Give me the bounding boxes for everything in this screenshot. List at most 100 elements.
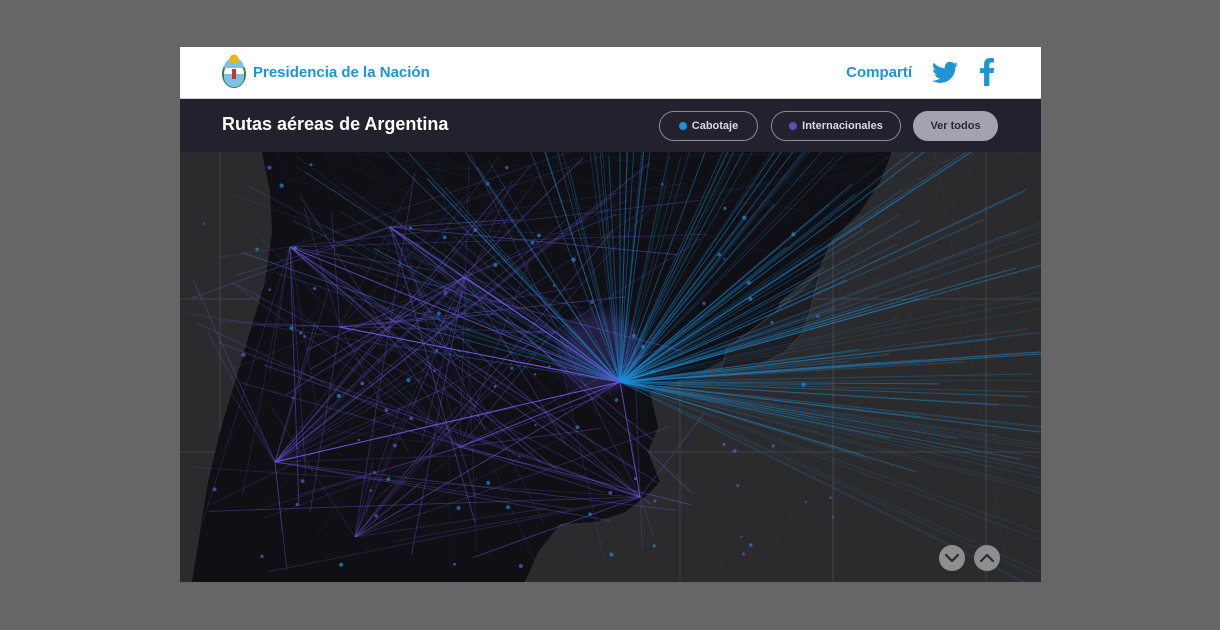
airport-dot bbox=[360, 381, 365, 386]
airport-dot bbox=[456, 505, 461, 510]
airport-dot bbox=[633, 477, 638, 481]
airport-dot bbox=[505, 165, 509, 170]
airport-dot bbox=[552, 284, 556, 287]
airport-dot bbox=[651, 369, 655, 373]
airport-dot bbox=[299, 331, 303, 335]
app-frame: Presidencia de la Nación Compartí Rutas … bbox=[180, 47, 1041, 582]
airport-dot bbox=[202, 222, 206, 225]
airport-dot bbox=[493, 263, 498, 268]
airport-dot bbox=[660, 182, 664, 186]
airport-dot bbox=[300, 479, 305, 484]
airport-dot bbox=[510, 366, 514, 370]
airport-dot bbox=[608, 490, 613, 495]
routes-map[interactable] bbox=[180, 152, 1041, 582]
filter-label: Internacionales bbox=[802, 120, 883, 132]
airport-dot bbox=[442, 235, 447, 240]
national-coat-of-arms-icon bbox=[222, 54, 246, 88]
scroll-up-button[interactable] bbox=[974, 545, 1000, 571]
airport-dot bbox=[373, 470, 376, 474]
brand-name[interactable]: Presidencia de la Nación bbox=[253, 64, 430, 81]
twitter-icon[interactable] bbox=[932, 61, 958, 84]
airport-dot bbox=[435, 349, 438, 352]
airport-dot bbox=[303, 335, 307, 338]
airport-dot bbox=[295, 503, 299, 506]
airport-dot bbox=[533, 372, 537, 376]
airport-dot bbox=[291, 396, 294, 400]
airport-dot bbox=[537, 233, 541, 238]
airport-dot bbox=[392, 443, 397, 448]
international-dot-icon bbox=[789, 122, 798, 130]
airport-dot bbox=[386, 477, 391, 482]
airport-dot bbox=[486, 480, 491, 485]
airport-dot bbox=[293, 246, 298, 250]
airport-dot bbox=[723, 206, 727, 211]
airport-dot bbox=[702, 301, 706, 306]
airport-dot bbox=[339, 562, 344, 567]
airport-dot bbox=[255, 247, 259, 252]
airport-dot bbox=[409, 416, 414, 421]
airport-dot bbox=[473, 227, 478, 233]
top-header: Presidencia de la Nación Compartí bbox=[180, 47, 1041, 99]
airport-dot bbox=[408, 226, 413, 230]
airport-dot bbox=[590, 300, 594, 304]
airport-dot bbox=[805, 501, 808, 504]
airport-dot bbox=[652, 544, 656, 548]
airport-dot bbox=[309, 163, 313, 167]
airport-dot bbox=[506, 505, 510, 510]
chevron-up-icon bbox=[979, 553, 995, 563]
airport-dot bbox=[746, 280, 751, 285]
airport-dot bbox=[518, 563, 523, 568]
airport-dot bbox=[289, 326, 294, 331]
filter-label: Ver todos bbox=[930, 120, 981, 132]
airport-dot bbox=[279, 183, 284, 188]
chevron-down-icon bbox=[944, 553, 960, 563]
airport-dot bbox=[609, 552, 614, 557]
airport-dot bbox=[260, 554, 264, 559]
filter-cabotaje-button[interactable]: Cabotaje bbox=[659, 111, 758, 141]
airport-dot bbox=[632, 333, 636, 338]
airport-dot bbox=[829, 496, 832, 499]
facebook-icon[interactable] bbox=[978, 58, 996, 86]
toolbar: Rutas aéreas de Argentina Cabotaje Inter… bbox=[180, 99, 1041, 152]
airport-dot bbox=[723, 257, 726, 260]
airport-dot bbox=[770, 320, 774, 324]
airport-dot bbox=[268, 288, 272, 292]
airport-dot bbox=[534, 423, 537, 427]
page-title: Rutas aéreas de Argentina bbox=[222, 114, 449, 134]
airport-dot bbox=[575, 425, 580, 430]
share-label: Compartí bbox=[846, 64, 912, 81]
scroll-down-button[interactable] bbox=[939, 545, 965, 571]
airport-dot bbox=[732, 448, 737, 454]
airport-dot bbox=[212, 487, 217, 492]
airport-dot bbox=[357, 438, 360, 442]
airport-dot bbox=[384, 408, 389, 412]
airport-dot bbox=[791, 232, 796, 237]
airport-dot bbox=[453, 562, 456, 566]
airport-dot bbox=[742, 215, 747, 220]
airport-dot bbox=[771, 444, 775, 448]
airport-dot bbox=[443, 290, 448, 295]
airport-dot bbox=[369, 489, 373, 492]
airport-dot bbox=[241, 352, 246, 358]
domestic-dot-icon bbox=[678, 122, 687, 130]
airport-dot bbox=[485, 182, 490, 186]
airport-dot bbox=[267, 165, 272, 170]
airport-dot bbox=[722, 442, 726, 446]
airport-dot bbox=[406, 377, 411, 383]
airport-dot bbox=[749, 543, 753, 547]
airport-dot bbox=[831, 515, 834, 518]
airport-dot bbox=[336, 393, 341, 398]
filter-internacionales-button[interactable]: Internacionales bbox=[771, 111, 901, 141]
airport-dot bbox=[653, 499, 657, 503]
filter-ver-todos-button[interactable]: Ver todos bbox=[913, 111, 998, 141]
airport-dot bbox=[717, 253, 721, 257]
airport-dot bbox=[736, 483, 740, 487]
airport-dot bbox=[614, 398, 619, 402]
airport-dot bbox=[640, 344, 645, 349]
airport-dot bbox=[748, 296, 753, 302]
airport-dot bbox=[530, 240, 535, 245]
airport-dot bbox=[816, 314, 820, 319]
airport-dot bbox=[493, 384, 497, 388]
airport-dot bbox=[742, 552, 746, 556]
airport-dot bbox=[548, 365, 551, 368]
